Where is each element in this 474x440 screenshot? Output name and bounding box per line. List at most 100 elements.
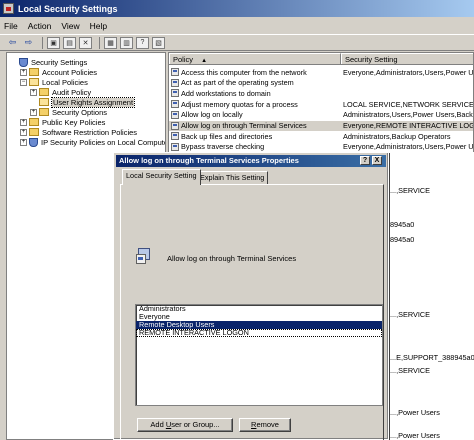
up-folder-icon[interactable]: ▣ [47, 36, 60, 49]
policy-icon [171, 100, 179, 109]
policy-icon [136, 248, 153, 266]
add-user-or-group-button[interactable]: Add User or Group... [137, 418, 233, 432]
policy-name: Add workstations to domain [181, 88, 271, 98]
list-header: Policy ▲ Security Setting [169, 53, 473, 65]
hidden-row-setting-fragment: ...,Power Users [390, 408, 440, 417]
tree-item[interactable]: + Public Key Policies [20, 117, 105, 127]
table-row[interactable]: Back up files and directories Administrat… [169, 131, 473, 141]
policy-name: Allow log on through Terminal Services [167, 254, 297, 263]
tree-item[interactable]: + IP Security Policies on Local Computer [20, 137, 166, 147]
export-list-icon[interactable]: ▥ [120, 36, 133, 49]
dialog-title[interactable]: Allow log on through Terminal Services P… [116, 155, 386, 167]
policy-cell: Act as part of the operating system [169, 78, 341, 87]
properties-icon[interactable]: ▦ [104, 36, 117, 49]
back-icon[interactable]: ⇦ [6, 37, 19, 49]
properties-dialog[interactable]: Allow log on through Terminal Services P… [113, 152, 389, 440]
expand-icon[interactable]: + [30, 108, 37, 116]
policy-icon [171, 121, 179, 130]
sort-ascending-icon: ▲ [201, 58, 208, 64]
column-header-security-setting[interactable]: Security Setting [341, 53, 473, 64]
column-header-policy[interactable]: Policy ▲ [169, 53, 341, 64]
policy-icon [171, 132, 179, 141]
tree-item-label: Security Options [52, 107, 108, 117]
expand-icon[interactable]: + [20, 118, 27, 126]
table-row[interactable]: Allow log on locally Administrators,Users… [169, 110, 473, 120]
forward-icon[interactable]: ⇨ [22, 37, 35, 49]
table-row[interactable]: Allow log on through Terminal Services Ev… [169, 120, 474, 131]
tree-item[interactable]: + Audit Policy [30, 87, 91, 97]
remove-button[interactable]: Remove [239, 418, 291, 432]
expand-icon[interactable]: + [20, 128, 27, 136]
table-row[interactable]: Access this computer from the network Eve… [169, 67, 473, 77]
add-button-label-pre: Add [150, 420, 166, 429]
tree-item[interactable]: + Account Policies [20, 67, 97, 77]
dialog-close-button[interactable]: X [372, 156, 382, 165]
collapse-icon[interactable]: − [20, 78, 27, 86]
menu-file[interactable]: File [4, 21, 18, 31]
tree-item-label: Audit Policy [52, 87, 92, 97]
policy-cell: Bypass traverse checking [169, 142, 341, 151]
policy-cell: Back up files and directories [169, 132, 341, 141]
policy-cell: Allow log on through Terminal Services [169, 121, 341, 130]
tree-item-label: Account Policies [42, 67, 98, 77]
expand-icon[interactable]: + [30, 88, 37, 96]
policy-name: Access this computer from the network [181, 67, 307, 77]
hidden-row-setting-fragment: 8945a0 [390, 235, 415, 244]
policy-cell: Adjust memory quotas for a process [169, 100, 341, 109]
tree-item[interactable]: User Rights Assignment [30, 96, 136, 108]
menu-view[interactable]: View [61, 21, 79, 31]
list-item[interactable]: REMOTE INTERACTIVE LOGON [136, 329, 382, 337]
security-setting-cell: Everyone,REMOTE INTERACTIVE LOGON,Remote… [343, 121, 474, 130]
policy-icon [171, 89, 179, 98]
policy-name: Adjust memory quotas for a process [181, 99, 298, 109]
users-listbox[interactable]: Administrators Everyone Remote Desktop Use… [135, 304, 383, 406]
security-setting-cell: Administrators,Users,Power Users,Backup … [343, 110, 473, 120]
tree-item-label: User Rights Assignment [50, 96, 136, 108]
tree-item-label: IP Security Policies on Local Computer [41, 137, 166, 147]
security-setting-cell: Administrators,Backup Operators [343, 131, 451, 141]
menu-bar: File Action View Help [0, 18, 474, 33]
toolbar-separator [99, 36, 100, 49]
hidden-row-setting-fragment: ...,Power Users [390, 431, 440, 440]
window-title-bar[interactable]: Local Security Settings [0, 0, 474, 17]
table-row[interactable]: Act as part of the operating system [169, 78, 473, 88]
list-background-overflow: ...,SERVICE 8945a0 8945a0 ...,SERVICE ...E,S… [389, 152, 474, 440]
security-policy-icon [19, 57, 28, 67]
policy-cell: Access this computer from the network [169, 68, 341, 77]
folder-open-icon [39, 98, 49, 106]
delete-icon[interactable]: ✕ [79, 36, 92, 49]
list-view-icon[interactable]: ▧ [152, 36, 165, 49]
window-title: Local Security Settings [18, 3, 118, 14]
menu-action[interactable]: Action [28, 21, 52, 31]
table-row[interactable]: Bypass traverse checking Everyone,Adminis… [169, 142, 473, 152]
policy-name: Bypass traverse checking [181, 142, 265, 152]
policy-name: Back up files and directories [181, 131, 273, 141]
policy-cell: Add workstations to domain [169, 89, 341, 98]
help-icon[interactable]: ? [136, 36, 149, 49]
folder-open-icon [29, 78, 39, 86]
tab-explain-this-setting[interactable]: Explain This Setting [196, 171, 269, 184]
dialog-help-button[interactable]: ? [360, 156, 370, 165]
expand-icon[interactable]: + [20, 138, 27, 146]
tree-item[interactable]: Security Settings [10, 57, 87, 67]
policy-icon [171, 110, 179, 119]
security-settings-app-icon [3, 3, 14, 14]
tree-item-label: Software Restriction Policies [42, 127, 138, 137]
show-hide-tree-icon[interactable]: ▤ [63, 36, 76, 49]
hidden-row-setting-fragment: ...,SERVICE [390, 366, 431, 375]
hidden-row-setting-fragment: ...E,SUPPORT_388945a0 [390, 353, 474, 362]
policy-name: Act as part of the operating system [181, 78, 294, 88]
tree-item[interactable]: + Software Restriction Policies [20, 127, 137, 137]
tab-local-security-setting[interactable]: Local Security Setting [122, 169, 201, 185]
table-row[interactable]: Add workstations to domain [169, 88, 473, 98]
table-row[interactable]: Adjust memory quotas for a process LOCAL … [169, 99, 474, 109]
folder-icon [29, 118, 39, 126]
expand-icon[interactable]: + [20, 68, 27, 76]
hidden-row-setting-fragment: ...,SERVICE [390, 186, 431, 195]
tree-item[interactable]: − Local Policies [20, 77, 88, 87]
tree-item[interactable]: + Security Options [30, 107, 107, 117]
list-item[interactable]: Administrators [136, 305, 382, 313]
tree-item-label: Public Key Policies [42, 117, 106, 127]
menu-help[interactable]: Help [90, 21, 107, 31]
security-setting-cell: LOCAL SERVICE,NETWORK SERVICE,Administra… [343, 99, 474, 109]
